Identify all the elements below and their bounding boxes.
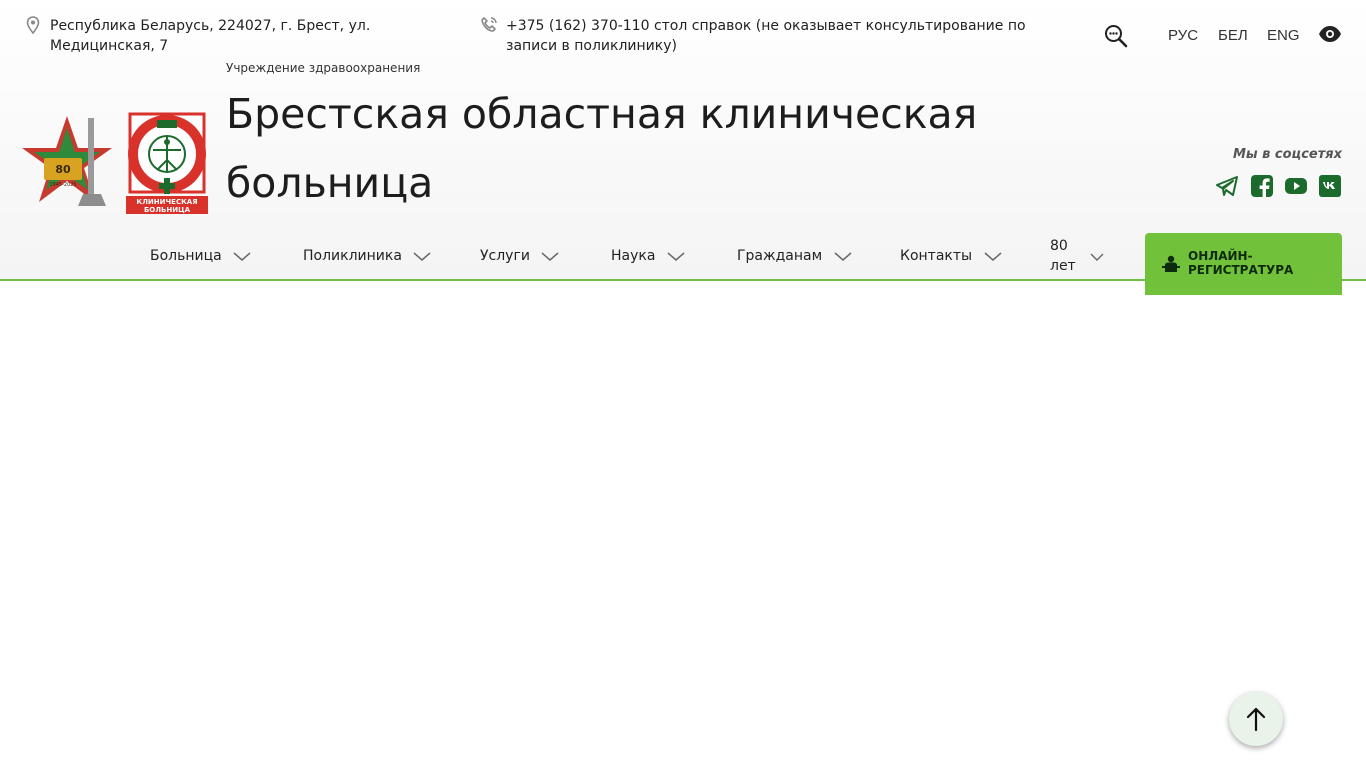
chevron-down-icon[interactable]: [1090, 252, 1104, 262]
phone-text: +375 (162) 370-110 стол справок (не оказ…: [506, 18, 1026, 54]
arrow-up-icon: [1246, 707, 1266, 732]
lang-en-link[interactable]: ENG: [1267, 27, 1300, 44]
chevron-down-icon: [667, 252, 685, 261]
user-icon: [1162, 255, 1180, 272]
nav-services[interactable]: Услуги: [480, 248, 560, 264]
register-label-line2: РЕГИСТРАТУРА: [1188, 263, 1294, 277]
nav-label: Больница: [150, 248, 222, 264]
nav-80-line1: 80: [1050, 238, 1068, 254]
search-icon[interactable]: [1104, 24, 1128, 48]
site-header: Республика Беларусь, 224027, г. Брест, у…: [0, 0, 1366, 295]
site-title[interactable]: Брестская областная клиническая больница: [226, 80, 1046, 218]
nav-contacts[interactable]: Контакты: [900, 248, 1003, 264]
svg-text:80: 80: [55, 163, 71, 176]
victory-80-logo: 80 1945-2025: [22, 116, 112, 206]
svg-text:1945-2025: 1945-2025: [49, 182, 76, 188]
chevron-down-icon: [233, 252, 251, 261]
hospital-emblem-logo: КЛИНИЧЕСКАЯ БОЛЬНИЦА: [126, 112, 208, 214]
nav-science[interactable]: Наука: [611, 248, 686, 264]
chevron-down-icon: [541, 252, 559, 261]
facebook-icon[interactable]: [1250, 174, 1274, 198]
nav-citizens[interactable]: Гражданам: [737, 248, 853, 264]
online-registration-button[interactable]: ОНЛАЙН- РЕГИСТРАТУРА: [1145, 233, 1342, 295]
nav-label: Услуги: [480, 248, 530, 264]
chevron-down-icon: [413, 252, 431, 261]
register-label-line1: ОНЛАЙН-: [1188, 249, 1253, 263]
telegram-icon[interactable]: [1215, 174, 1239, 198]
nav-label: Наука: [611, 248, 656, 264]
nav-label: Контакты: [900, 248, 973, 264]
svg-text:БОЛЬНИЦА: БОЛЬНИЦА: [144, 206, 191, 214]
svg-text:КЛИНИЧЕСКАЯ: КЛИНИЧЕСКАЯ: [136, 198, 197, 206]
social-label: Мы в соцсетях: [1232, 147, 1342, 162]
nav-80-line2: лет: [1050, 258, 1076, 274]
nav-label: Гражданам: [737, 248, 823, 264]
location-pin-icon: [26, 16, 40, 34]
nav-label: Поликлиника: [303, 248, 402, 264]
lang-ru-link[interactable]: РУС: [1168, 27, 1198, 44]
chevron-down-icon: [834, 252, 852, 261]
youtube-icon[interactable]: [1284, 174, 1308, 198]
address-text: Республика Беларусь, 224027, г. Брест, у…: [50, 18, 371, 54]
vk-icon[interactable]: [1318, 174, 1342, 198]
institution-type: Учреждение здравоохранения: [226, 61, 421, 75]
nav-hospital[interactable]: Больница: [150, 248, 252, 264]
phone-icon: [481, 17, 497, 32]
lang-by-link[interactable]: БЕЛ: [1218, 27, 1248, 44]
scroll-to-top-button[interactable]: [1229, 692, 1283, 746]
eye-icon[interactable]: [1318, 25, 1342, 43]
nav-polyclinic[interactable]: Поликлиника: [303, 248, 432, 264]
nav-80-years[interactable]: 80 лет: [1050, 236, 1076, 276]
chevron-down-icon: [984, 252, 1002, 261]
